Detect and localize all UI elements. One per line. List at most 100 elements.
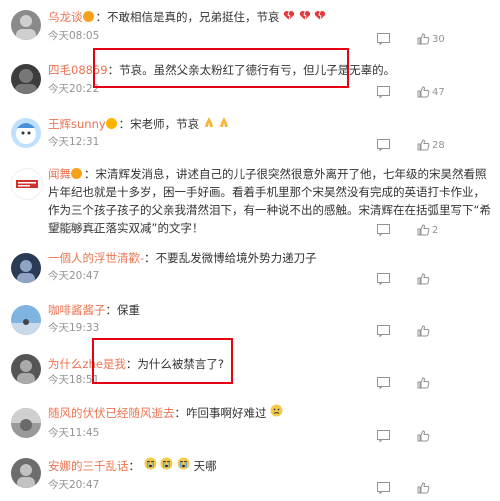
crying-face-icon xyxy=(177,457,190,473)
timestamp: 今天18:51 xyxy=(48,374,100,386)
reply-button[interactable] xyxy=(377,138,390,152)
comment-text: 不敢相信是真的，兄弟挺住，节哀 xyxy=(107,10,280,24)
like-button[interactable] xyxy=(417,429,432,443)
avatar[interactable] xyxy=(11,354,41,384)
reply-icon xyxy=(377,139,390,151)
separator: ： xyxy=(95,10,108,24)
comment-actions xyxy=(377,429,492,443)
avatar[interactable] xyxy=(11,408,41,438)
avatar[interactable] xyxy=(11,253,41,283)
avatar[interactable] xyxy=(11,118,41,148)
broken-heart-icon xyxy=(314,10,326,24)
avatar[interactable] xyxy=(11,168,43,200)
comment-text: 为什么被禁言了? xyxy=(137,357,225,371)
comment-line: 随风的伏伏已经随风逝去：咋回事啊好难过 xyxy=(48,404,492,422)
reply-button[interactable] xyxy=(377,481,390,495)
username[interactable]: 王辉sunny xyxy=(48,117,106,131)
username[interactable]: 乌龙谈 xyxy=(48,10,83,24)
comment-line: 乌龙谈 ：不敢相信是真的，兄弟挺住，节哀 xyxy=(48,8,492,26)
like-count: 30 xyxy=(432,33,445,45)
username[interactable]: 四毛08859 xyxy=(48,63,108,77)
comment-line: 咖啡酱酱子：保重 xyxy=(48,301,492,319)
separator: ： xyxy=(84,167,96,181)
thumbs-up-icon xyxy=(417,224,430,236)
timestamp: 今天20:52 xyxy=(48,222,100,234)
reply-button[interactable] xyxy=(377,32,390,46)
username[interactable]: 安娜的三千乱话 xyxy=(48,459,129,473)
username[interactable]: 随风的伏伏已经随风逝去 xyxy=(48,406,175,420)
comment-line: 四毛08859：节哀。虽然父亲太粉红了德行有亏，但儿子是无辜的。 xyxy=(48,61,492,79)
timestamp: 今天20:22 xyxy=(48,83,100,95)
crying-face-icon xyxy=(144,457,157,473)
reply-button[interactable] xyxy=(377,376,390,390)
timestamp: 今天20:47 xyxy=(48,270,100,282)
like-button[interactable]: 47 xyxy=(417,85,445,99)
comment-text: 节哀。虽然父亲太粉红了德行有亏，但儿子是无辜的。 xyxy=(119,63,396,77)
reply-icon xyxy=(377,377,390,389)
pray-icon xyxy=(218,117,230,131)
crying-face-icon xyxy=(160,457,173,473)
comment-actions: 47 xyxy=(377,85,492,99)
comment-actions xyxy=(377,376,492,390)
username[interactable]: 闻舞 xyxy=(48,167,71,181)
pray-icon xyxy=(203,117,215,131)
reply-button[interactable] xyxy=(377,223,390,237)
like-count: 2 xyxy=(432,224,439,236)
reply-icon xyxy=(377,482,390,494)
reply-icon xyxy=(377,430,390,442)
comment-actions: 2 xyxy=(377,223,492,237)
separator: ： xyxy=(128,459,141,473)
avatar[interactable] xyxy=(11,458,41,488)
verified-badge-icon xyxy=(82,11,94,22)
separator: ： xyxy=(118,117,131,131)
comment-line: 一個人的浮世清歡-：不要乱发微博给境外势力递刀子 xyxy=(48,249,492,267)
thumbs-up-icon xyxy=(417,33,430,45)
username[interactable]: 一個人的浮世清歡- xyxy=(48,251,144,265)
like-button[interactable] xyxy=(417,324,432,338)
separator: ： xyxy=(105,303,118,317)
avatar[interactable] xyxy=(11,305,41,335)
reply-icon xyxy=(377,325,390,337)
like-button[interactable] xyxy=(417,481,432,495)
thumbs-up-icon xyxy=(417,430,430,442)
like-button[interactable] xyxy=(417,376,432,390)
comment-actions: 30 xyxy=(377,32,492,46)
comment-actions xyxy=(377,272,492,286)
timestamp: 今天19:33 xyxy=(48,322,100,334)
reply-button[interactable] xyxy=(377,272,390,286)
comment-line: 安娜的三千乱话： 天哪 xyxy=(48,457,492,475)
thumbs-up-icon xyxy=(417,273,430,285)
like-button[interactable]: 2 xyxy=(417,223,438,237)
avatar[interactable] xyxy=(11,10,41,40)
comment-actions xyxy=(377,481,492,495)
like-count: 47 xyxy=(432,86,445,98)
avatar[interactable] xyxy=(11,64,41,94)
like-button[interactable]: 28 xyxy=(417,138,445,152)
separator: ： xyxy=(107,63,120,77)
comment-actions: 28 xyxy=(377,138,492,152)
separator: ： xyxy=(125,357,138,371)
username[interactable]: 为什么zhe是我 xyxy=(48,357,126,371)
reply-icon xyxy=(377,33,390,45)
verified-badge-icon xyxy=(105,118,117,129)
comment-line: 为什么zhe是我：为什么被禁言了? xyxy=(48,355,492,373)
reply-icon xyxy=(377,86,390,98)
timestamp: 今天12:31 xyxy=(48,136,100,148)
thumbs-up-icon xyxy=(417,377,430,389)
username[interactable]: 咖啡酱酱子 xyxy=(48,303,106,317)
sad-face-icon xyxy=(270,404,283,420)
verified-badge-icon xyxy=(71,168,82,179)
thumbs-up-icon xyxy=(417,139,430,151)
comment-text: 咋回事啊好难过 xyxy=(186,406,267,420)
reply-icon xyxy=(377,224,390,236)
reply-button[interactable] xyxy=(377,324,390,338)
thumbs-up-icon xyxy=(417,482,430,494)
comment-text: 天哪 xyxy=(193,459,217,473)
comment-actions xyxy=(377,324,492,338)
broken-heart-icon xyxy=(299,10,311,24)
reply-button[interactable] xyxy=(377,85,390,99)
like-button[interactable]: 30 xyxy=(417,32,445,46)
like-button[interactable] xyxy=(417,272,432,286)
comment-text: 保重 xyxy=(117,303,140,317)
reply-button[interactable] xyxy=(377,429,390,443)
